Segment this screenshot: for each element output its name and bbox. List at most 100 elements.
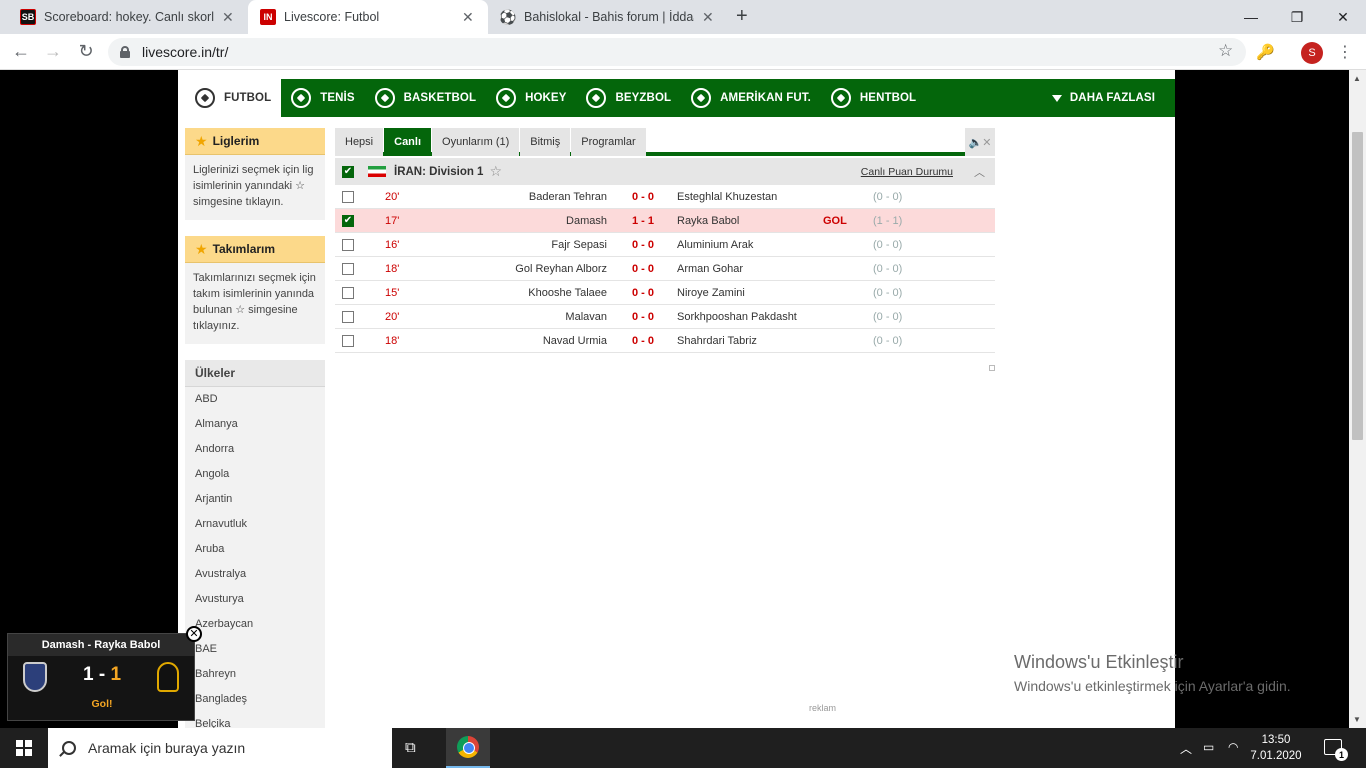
scroll-thumb[interactable] bbox=[1352, 132, 1363, 440]
browser-menu-icon[interactable]: ⋮ bbox=[1337, 42, 1353, 62]
country-item[interactable]: Bahreyn bbox=[185, 662, 325, 687]
country-item[interactable]: Bangladeş bbox=[185, 687, 325, 712]
back-arrow-icon[interactable]: ← bbox=[10, 41, 32, 62]
filter-tab[interactable]: Hepsi bbox=[335, 128, 384, 156]
away-team: Sorkhpooshan Pakdasht bbox=[677, 310, 797, 323]
task-view-icon[interactable]: ⧉ bbox=[405, 739, 425, 757]
search-placeholder: Aramak için buraya yazın bbox=[88, 740, 246, 756]
sport-tab-futbol[interactable]: FUTBOL bbox=[185, 79, 282, 117]
country-item[interactable]: Azerbaycan bbox=[185, 612, 325, 637]
country-item[interactable]: Avusturya bbox=[185, 587, 325, 612]
notifications-icon[interactable]: 1 bbox=[1324, 739, 1348, 761]
match-checkbox[interactable] bbox=[342, 190, 354, 203]
sport-tab-amerikan-fut[interactable]: AMERİKAN FUT. bbox=[681, 79, 821, 117]
page-scrollbar[interactable]: ▲ ▼ bbox=[1349, 70, 1366, 728]
league-name: İRAN: Division 1 bbox=[394, 165, 484, 178]
maximize-button[interactable]: ❐ bbox=[1274, 0, 1320, 34]
match-row[interactable]: 18' Navad Urmia 0 - 0 Shahrdari Tabriz (0 - … bbox=[335, 329, 995, 353]
browser-tab-bahislokal[interactable]: ⚽ Bahislokal - Bahis forum | İddaa t ✕ bbox=[488, 0, 726, 34]
match-score: 0 - 0 bbox=[631, 310, 654, 323]
match-checkbox[interactable] bbox=[342, 262, 354, 275]
live-standings-link[interactable]: Canlı Puan Durumu bbox=[861, 166, 953, 178]
tab-close-icon[interactable]: ✕ bbox=[462, 9, 474, 26]
country-item[interactable]: Arnavutluk bbox=[185, 512, 325, 537]
my-leagues-text: Liglerinizi seçmek için lig isimlerinin … bbox=[185, 155, 325, 220]
popup-status: Gol! bbox=[91, 698, 113, 710]
my-teams-text: Takımlarınızı seçmek için takım isimleri… bbox=[185, 263, 325, 344]
country-item[interactable]: Belçika bbox=[185, 712, 325, 728]
home-team: Khooshe Talaee bbox=[528, 286, 607, 299]
browser-tab-scoreboard[interactable]: SB Scoreboard: hokey. Canlı skorlar, ✕ bbox=[8, 0, 246, 34]
handball-icon bbox=[830, 88, 851, 108]
match-minute: 18' bbox=[385, 262, 400, 275]
home-team: Baderan Tehran bbox=[528, 190, 607, 203]
battery-icon[interactable]: ▭ bbox=[1203, 740, 1214, 754]
popup-close-icon[interactable]: ✕ bbox=[186, 626, 202, 642]
country-item[interactable]: BAE bbox=[185, 637, 325, 662]
browser-tab-livescore[interactable]: IN Livescore: Futbol ✕ bbox=[248, 0, 488, 34]
match-row[interactable]: 18' Gol Reyhan Alborz 0 - 0 Arman Gohar (0 -… bbox=[335, 257, 995, 281]
filter-tab[interactable]: Canlı bbox=[384, 128, 432, 156]
reload-icon[interactable]: ↻ bbox=[75, 41, 97, 62]
country-item[interactable]: Avustralya bbox=[185, 562, 325, 587]
start-button[interactable] bbox=[0, 728, 48, 768]
match-checkbox[interactable] bbox=[342, 334, 354, 347]
country-item[interactable]: Angola bbox=[185, 462, 325, 487]
tennis-icon bbox=[291, 88, 312, 108]
tab-close-icon[interactable]: ✕ bbox=[702, 9, 714, 26]
tray-chevron-icon[interactable]: ︿ bbox=[1180, 740, 1192, 757]
sport-tab-beyzbol[interactable]: BEYZBOL bbox=[576, 79, 681, 117]
star-icon: ★ bbox=[195, 132, 208, 149]
match-row[interactable]: 20' Baderan Tehran 0 - 0 Esteghlal Khuzesta… bbox=[335, 185, 995, 209]
sport-tab-hokey[interactable]: HOKEY bbox=[486, 79, 576, 117]
new-tab-button[interactable]: + bbox=[736, 5, 748, 28]
system-clock[interactable]: 13:50 7.01.2020 bbox=[1246, 732, 1306, 764]
sound-mute-icon[interactable]: 🔈✕ bbox=[965, 128, 995, 156]
filter-tab[interactable]: Oyunlarım (1) bbox=[432, 128, 520, 156]
more-sports-button[interactable]: DAHA FAZLASI bbox=[1042, 79, 1175, 117]
match-checkbox[interactable] bbox=[342, 238, 354, 251]
sport-tab-tenis[interactable]: TENİS bbox=[281, 79, 364, 117]
country-item[interactable]: ABD bbox=[185, 387, 325, 412]
sports-nav: FUTBOL TENİS BASKETBOL HOKEY BEYZBOL AME… bbox=[185, 79, 1175, 117]
taskbar-search[interactable]: Aramak için buraya yazın bbox=[48, 728, 392, 768]
match-row[interactable]: ✔ 17' Damash 1 - 1 Rayka Babol GOL (1 - 1) bbox=[335, 209, 995, 233]
country-item[interactable]: Andorra bbox=[185, 437, 325, 462]
extension-key-icon[interactable]: 🔑 bbox=[1256, 43, 1275, 61]
window-close-button[interactable]: ✕ bbox=[1320, 0, 1366, 34]
minimize-button[interactable]: — bbox=[1228, 0, 1274, 34]
bookmark-star-icon[interactable]: ☆ bbox=[1218, 41, 1233, 61]
match-row[interactable]: 15' Khooshe Talaee 0 - 0 Niroye Zamini (0 - … bbox=[335, 281, 995, 305]
sport-tab-hentbol[interactable]: HENTBOL bbox=[821, 79, 926, 117]
goal-notification-popup: Damash - Rayka Babol 1 - 1 Gol! ✕ bbox=[7, 626, 202, 721]
halftime-score: (0 - 0) bbox=[873, 310, 903, 323]
halftime-score: (0 - 0) bbox=[873, 190, 903, 203]
ad-label: reklam bbox=[809, 703, 837, 713]
match-minute: 20' bbox=[385, 310, 400, 323]
expand-icon[interactable] bbox=[989, 365, 995, 371]
tab-title: Livescore: Futbol bbox=[284, 10, 380, 24]
forward-arrow-icon[interactable]: → bbox=[42, 41, 64, 62]
sport-label: AMERİKAN FUT. bbox=[720, 92, 811, 104]
match-row[interactable]: 16' Fajr Sepasi 0 - 0 Aluminium Arak (0 - 0) bbox=[335, 233, 995, 257]
match-checkbox[interactable] bbox=[342, 286, 354, 299]
league-checkbox[interactable]: ✔ bbox=[342, 165, 354, 178]
match-checkbox[interactable] bbox=[342, 310, 354, 323]
collapse-chevron-icon[interactable]: ︿ bbox=[974, 164, 985, 180]
scroll-up-icon[interactable]: ▲ bbox=[1353, 74, 1361, 83]
country-item[interactable]: Arjantin bbox=[185, 487, 325, 512]
scroll-down-icon[interactable]: ▼ bbox=[1353, 715, 1361, 724]
tab-close-icon[interactable]: ✕ bbox=[222, 9, 234, 26]
filter-tab[interactable]: Programlar bbox=[571, 128, 646, 156]
wifi-icon[interactable]: ◠ bbox=[1228, 740, 1238, 754]
match-checkbox[interactable]: ✔ bbox=[342, 214, 354, 227]
profile-avatar[interactable]: S bbox=[1301, 42, 1323, 64]
favorite-star-icon[interactable]: ☆ bbox=[489, 163, 502, 180]
filter-tab[interactable]: Bitmiş bbox=[520, 128, 571, 156]
country-item[interactable]: Aruba bbox=[185, 537, 325, 562]
chrome-taskbar-icon[interactable] bbox=[446, 728, 490, 768]
country-item[interactable]: Almanya bbox=[185, 412, 325, 437]
match-row[interactable]: 20' Malavan 0 - 0 Sorkhpooshan Pakdasht (0 -… bbox=[335, 305, 995, 329]
url-input[interactable]: livescore.in/tr/ bbox=[108, 38, 1246, 66]
sport-tab-basketbol[interactable]: BASKETBOL bbox=[365, 79, 486, 117]
